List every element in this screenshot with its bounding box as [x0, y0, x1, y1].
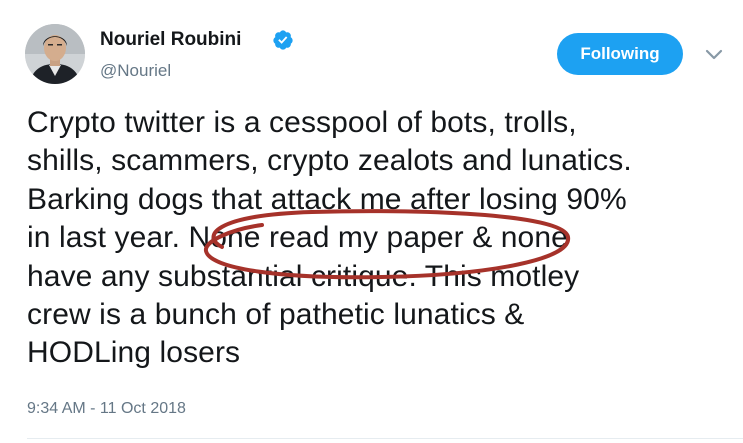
verified-badge-icon: [273, 30, 293, 50]
tweet-text-line: in last year. None read my paper & none: [27, 221, 568, 255]
divider: [27, 438, 743, 439]
chevron-down-icon[interactable]: [704, 48, 724, 62]
display-name[interactable]: Nouriel Roubini: [100, 29, 241, 51]
following-button[interactable]: Following: [557, 33, 683, 75]
tweet-text-line: crew is a bunch of pathetic lunatics &: [27, 298, 525, 332]
avatar[interactable]: [25, 24, 85, 84]
profile-photo-icon: [25, 24, 85, 84]
tweet-text-line: HODLing losers: [27, 336, 241, 370]
tweet-text-line: Barking dogs that attack me after losing…: [27, 182, 627, 216]
tweet-timestamp[interactable]: 9:34 AM - 11 Oct 2018: [27, 400, 186, 418]
tweet-text-line: have any substantial critique. This motl…: [27, 259, 580, 293]
tweet-text: Crypto twitter is a cesspool of bots, tr…: [27, 104, 737, 373]
tweet-card: Nouriel Roubini @Nouriel Following Crypt…: [0, 0, 743, 443]
tweet-text-line: shills, scammers, crypto zealots and lun…: [27, 144, 632, 178]
handle[interactable]: @Nouriel: [100, 61, 171, 81]
tweet-text-line: Crypto twitter is a cesspool of bots, tr…: [27, 106, 577, 139]
